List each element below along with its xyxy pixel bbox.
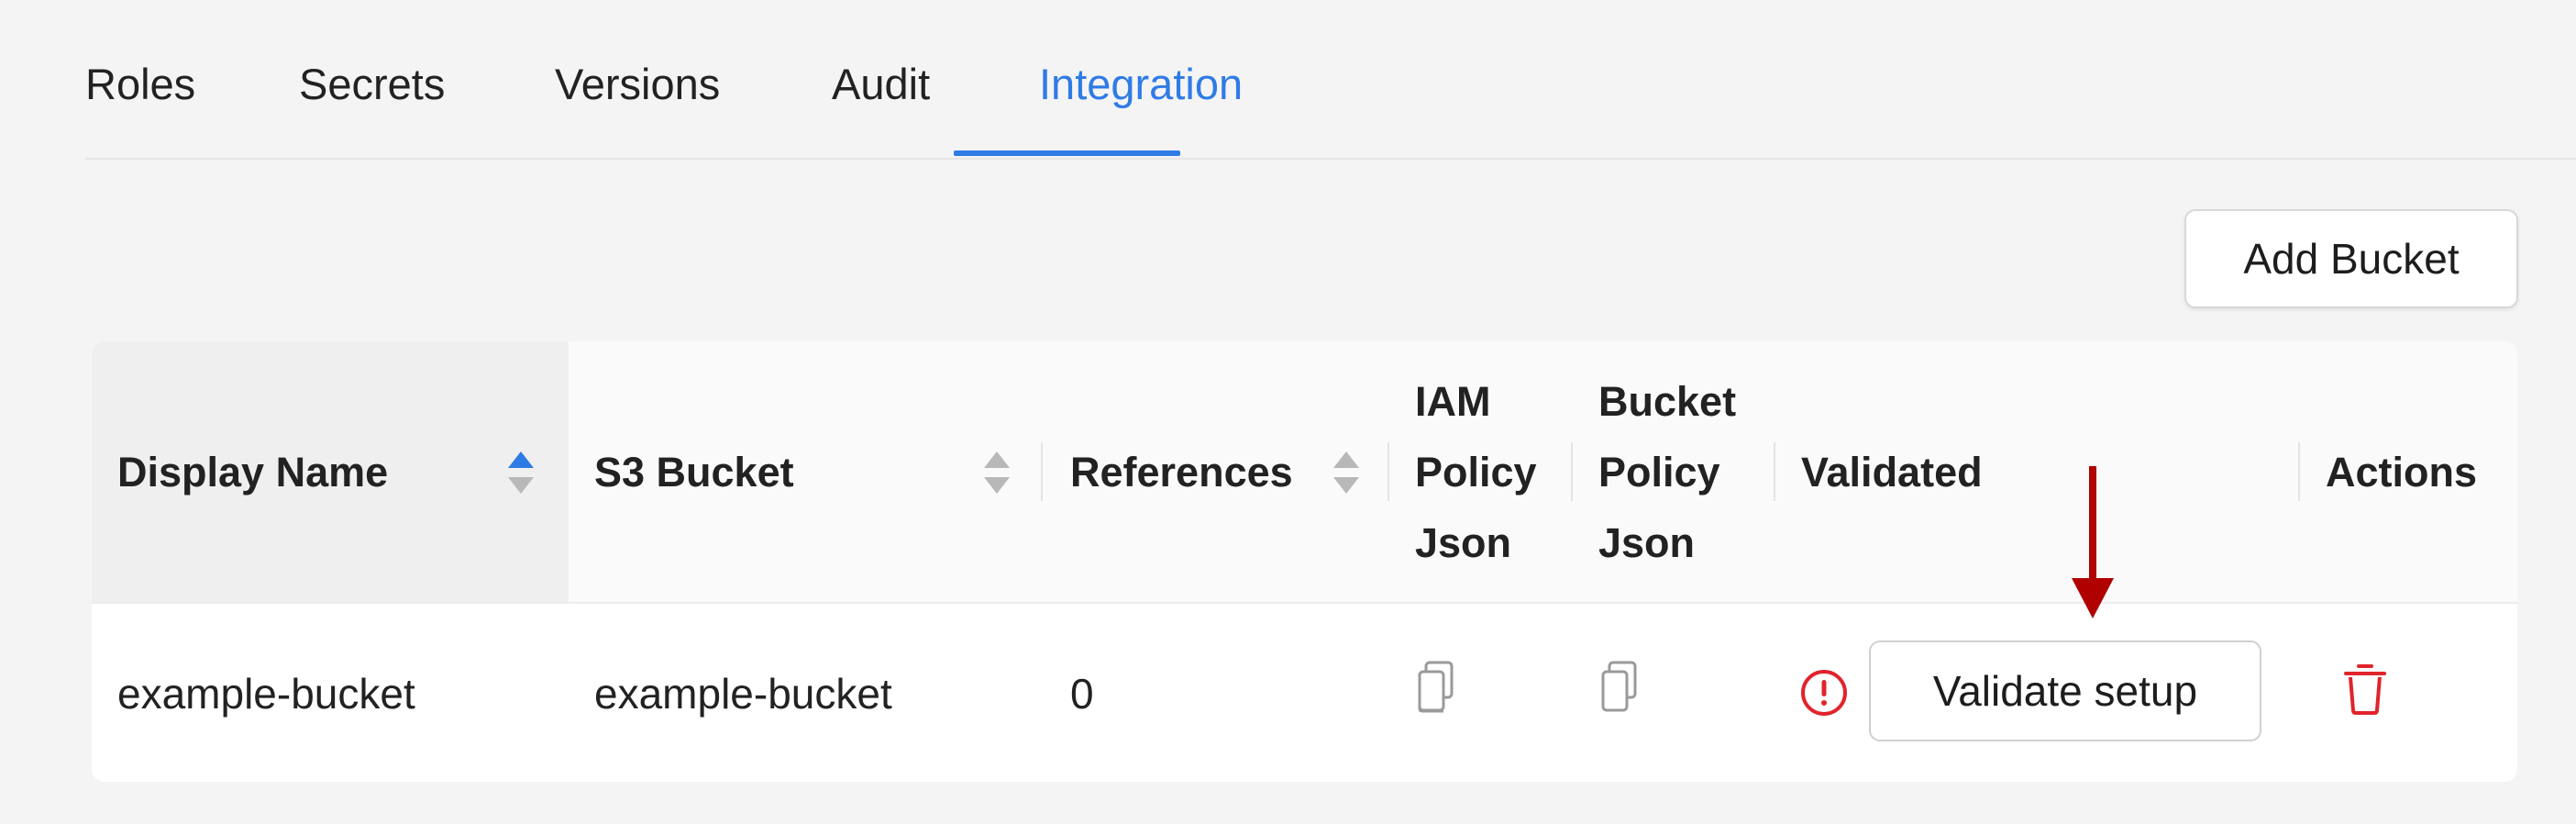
delete-bucket-trash-icon[interactable] [2342,661,2388,716]
not-validated-warning-icon [1801,670,1847,716]
column-separator [1774,442,1775,501]
buckets-table: Display Name S3 Bucket References IAM Po… [92,341,2517,782]
header-iam-policy-json: IAM Policy Json [1415,366,1537,578]
sort-s3-bucket-icon[interactable] [983,450,1011,496]
copy-iam-policy-icon[interactable] [1416,661,1456,714]
table-row: example-bucket example-bucket 0 Validate… [92,604,2517,782]
header-actions: Actions [2326,449,2478,496]
header-references[interactable]: References [1070,437,1293,507]
header-s3-bucket[interactable]: S3 Bucket [594,437,794,507]
validate-setup-button[interactable]: Validate setup [1869,640,2261,741]
tab-integration[interactable]: Integration [1039,57,1243,112]
header-bucket-line-3: Json [1598,519,1696,566]
tab-versions[interactable]: Versions [555,57,720,112]
cell-display-name: example-bucket [117,670,415,718]
annotation-arrow-down-icon [2072,466,2114,618]
copy-bucket-policy-icon[interactable] [1599,661,1640,714]
header-iam-line-3: Json [1415,519,1512,566]
sort-references-icon[interactable] [1332,450,1360,496]
table-header: Display Name S3 Bucket References IAM Po… [92,341,2517,604]
column-separator [1041,442,1043,501]
cell-s3-bucket: example-bucket [594,670,892,718]
tab-audit[interactable]: Audit [832,57,930,112]
header-validated: Validated [1801,449,1983,496]
add-bucket-button[interactable]: Add Bucket [2184,209,2518,308]
column-separator [1388,442,1389,501]
column-separator [2298,442,2300,501]
sort-display-name-icon[interactable] [507,450,535,496]
header-bucket-line-1: Bucket [1598,378,1737,425]
header-iam-line-2: Policy [1415,449,1537,496]
tab-bar: Roles Secrets Versions Audit Integration [85,0,2576,160]
active-tab-indicator [954,150,1180,156]
header-display-name[interactable]: Display Name [117,437,388,507]
cell-references: 0 [1070,670,1094,718]
header-iam-line-1: IAM [1415,378,1491,425]
header-bucket-policy-json: Bucket Policy Json [1598,366,1736,578]
tab-roles[interactable]: Roles [85,57,195,112]
column-separator [1571,442,1573,501]
tab-secrets[interactable]: Secrets [299,57,445,112]
header-bucket-line-2: Policy [1598,449,1720,496]
